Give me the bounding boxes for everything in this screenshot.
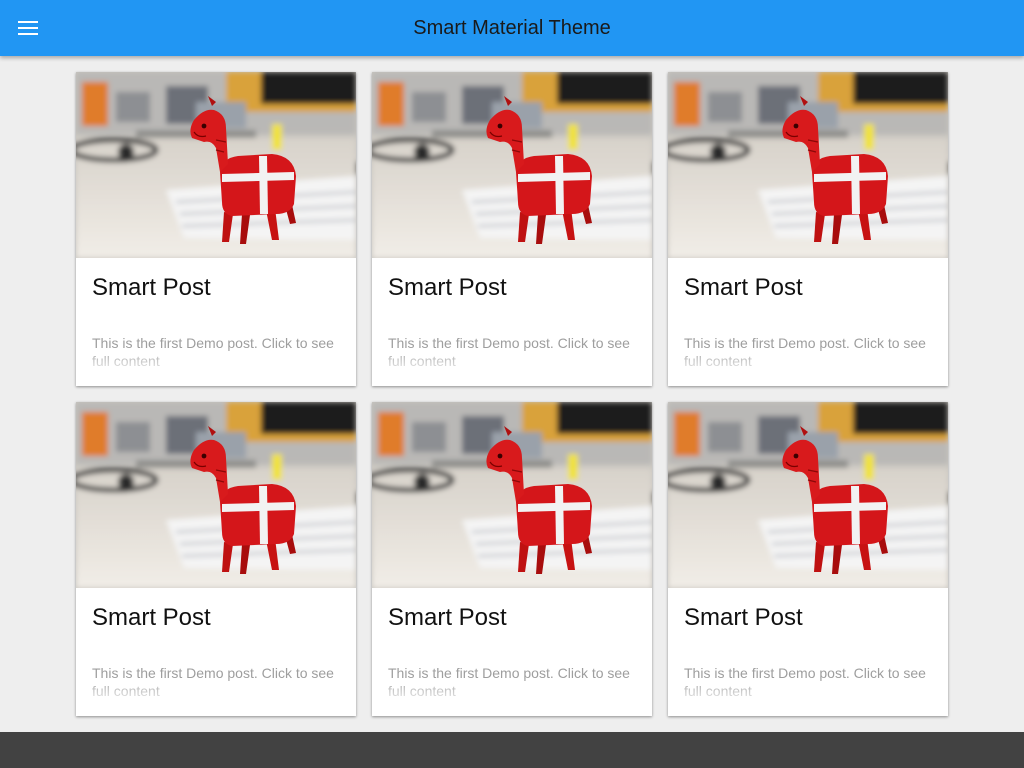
post-card[interactable]: Smart Post This is the first Demo post. … [668, 72, 948, 386]
post-card[interactable]: Smart Post This is the first Demo post. … [668, 402, 948, 716]
post-thumbnail [668, 402, 948, 588]
post-thumbnail [372, 402, 652, 588]
post-thumbnail [372, 72, 652, 258]
menu-button[interactable] [10, 10, 46, 46]
post-card[interactable]: Smart Post This is the first Demo post. … [76, 72, 356, 386]
post-excerpt: This is the first Demo post. Click to se… [92, 335, 334, 368]
post-title: Smart Post [92, 274, 211, 301]
post-thumbnail [76, 72, 356, 258]
post-title: Smart Post [92, 604, 211, 631]
post-excerpt: This is the first Demo post. Click to se… [684, 335, 926, 368]
menu-icon [18, 21, 38, 35]
post-thumbnail [76, 402, 356, 588]
post-card[interactable]: Smart Post This is the first Demo post. … [372, 72, 652, 386]
post-grid: Smart Post This is the first Demo post. … [76, 72, 948, 716]
post-card[interactable]: Smart Post This is the first Demo post. … [76, 402, 356, 716]
footer [0, 732, 1024, 768]
post-excerpt: This is the first Demo post. Click to se… [684, 665, 926, 698]
post-excerpt: This is the first Demo post. Click to se… [388, 665, 630, 698]
post-title: Smart Post [684, 604, 803, 631]
post-excerpt: This is the first Demo post. Click to se… [92, 665, 334, 698]
app-bar: Smart Material Theme [0, 0, 1024, 56]
post-title: Smart Post [388, 274, 507, 301]
app-title: Smart Material Theme [413, 17, 611, 39]
post-title: Smart Post [388, 604, 507, 631]
post-excerpt: This is the first Demo post. Click to se… [388, 335, 630, 368]
post-thumbnail [668, 72, 948, 258]
post-title: Smart Post [684, 274, 803, 301]
post-card[interactable]: Smart Post This is the first Demo post. … [372, 402, 652, 716]
